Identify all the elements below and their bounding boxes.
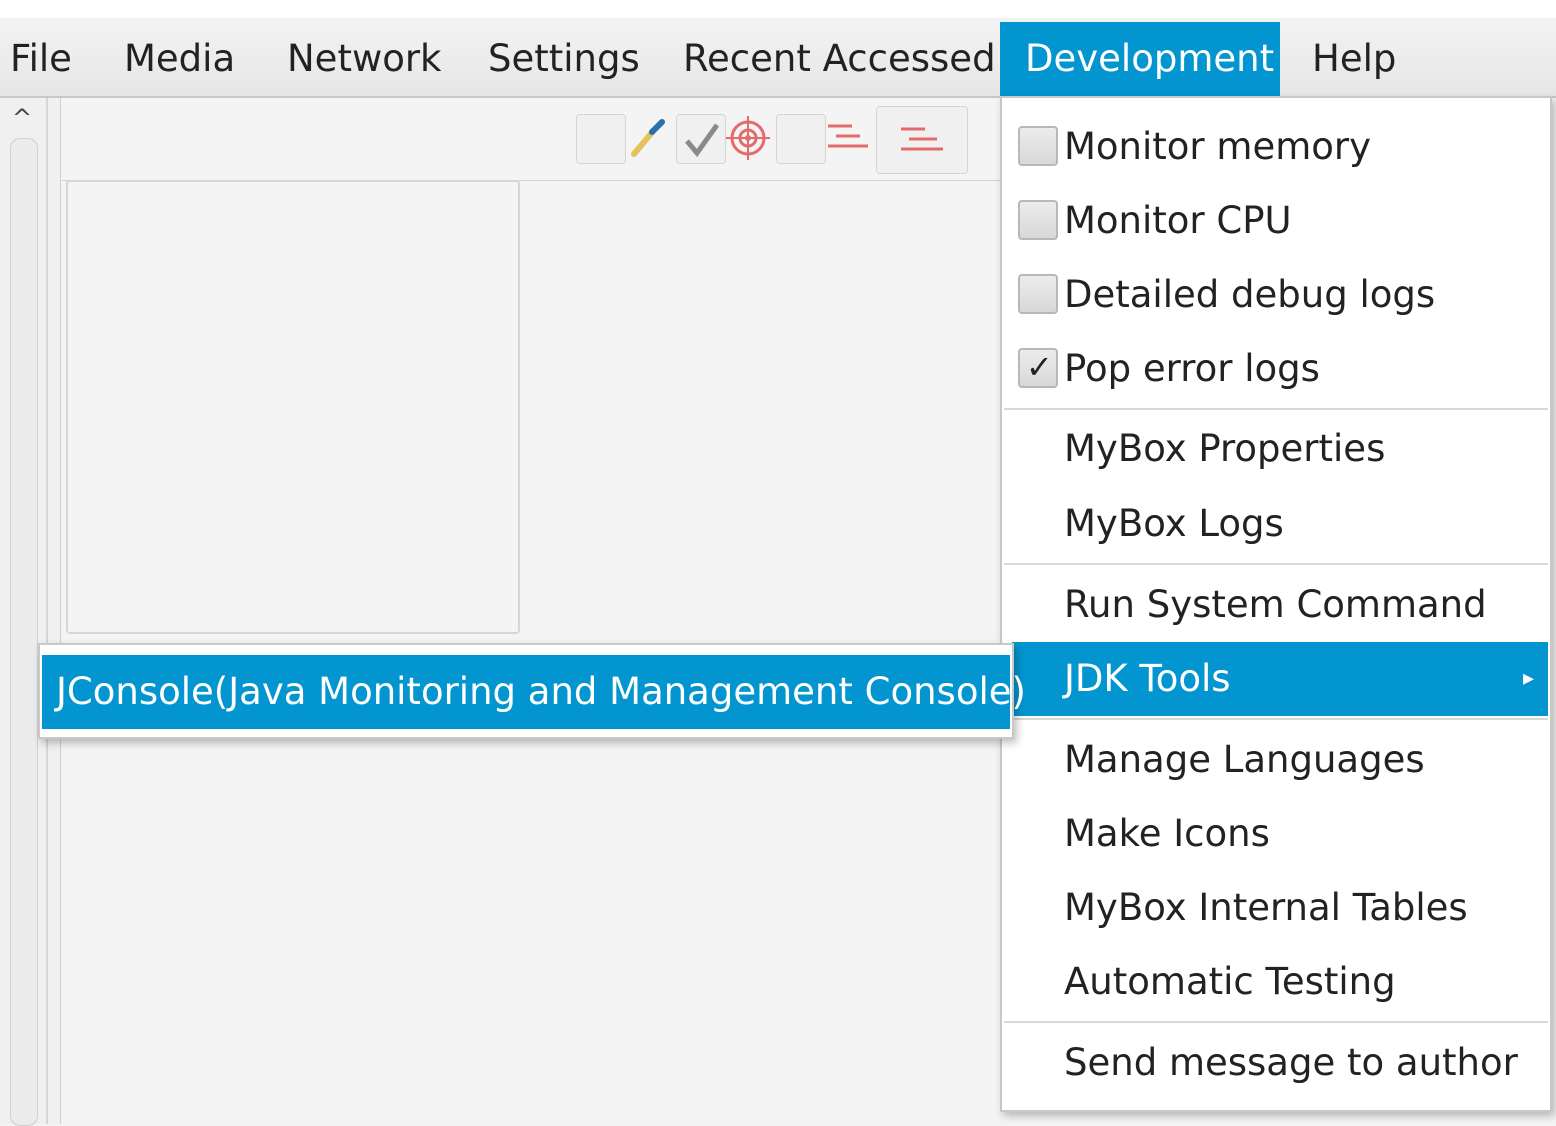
menu-item-run-system-command[interactable]: Run System Command bbox=[1002, 568, 1550, 642]
jdk-tools-submenu: JConsole(Java Monitoring and Management … bbox=[38, 643, 1026, 739]
menu-item-pop-error-logs[interactable]: ✓ Pop error logs bbox=[1002, 332, 1550, 406]
submenu-arrow-icon: ▸ bbox=[1522, 666, 1534, 691]
menu-item-label: JConsole(Java Monitoring and Management … bbox=[56, 670, 1026, 713]
menu-item-label: Monitor CPU bbox=[1064, 199, 1292, 242]
menu-item-mybox-logs[interactable]: MyBox Logs bbox=[1002, 487, 1550, 561]
menu-item-manage-languages[interactable]: Manage Languages bbox=[1002, 723, 1550, 797]
menu-network[interactable]: Network bbox=[287, 22, 442, 96]
menu-item-label: MyBox Internal Tables bbox=[1064, 886, 1468, 929]
menu-development[interactable]: Development bbox=[1000, 22, 1280, 96]
toolbar-blank-button[interactable] bbox=[576, 114, 626, 164]
lines-button[interactable] bbox=[876, 106, 968, 174]
target-icon[interactable] bbox=[724, 114, 772, 162]
menu-file[interactable]: File bbox=[10, 22, 72, 96]
content-panel bbox=[66, 180, 520, 634]
menu-help[interactable]: Help bbox=[1312, 22, 1396, 96]
menu-item-label: Detailed debug logs bbox=[1064, 273, 1436, 316]
menu-separator bbox=[1004, 1021, 1548, 1023]
development-dropdown: Monitor memory Monitor CPU Detailed debu… bbox=[1000, 96, 1552, 1112]
menu-item-label: Manage Languages bbox=[1064, 738, 1425, 781]
check-icon: ✓ bbox=[1026, 348, 1053, 386]
menu-item-automatic-testing[interactable]: Automatic Testing bbox=[1002, 945, 1550, 1019]
menu-item-send-message-to-author[interactable]: Send message to author bbox=[1002, 1026, 1550, 1100]
menu-settings[interactable]: Settings bbox=[488, 22, 640, 96]
menu-item-mybox-properties[interactable]: MyBox Properties bbox=[1002, 412, 1550, 486]
menu-media[interactable]: Media bbox=[124, 22, 235, 96]
toolbar-blank-button-2[interactable] bbox=[776, 114, 826, 164]
menu-item-jdk-tools[interactable]: JDK Tools ▸ bbox=[1012, 642, 1548, 716]
menu-item-monitor-memory[interactable]: Monitor memory bbox=[1002, 110, 1550, 184]
menu-separator bbox=[1004, 718, 1548, 720]
menu-separator bbox=[1004, 408, 1548, 410]
checkbox[interactable] bbox=[1018, 200, 1058, 240]
menu-item-detailed-debug-logs[interactable]: Detailed debug logs bbox=[1002, 258, 1550, 332]
menu-item-label: Make Icons bbox=[1064, 812, 1270, 855]
menu-item-monitor-cpu[interactable]: Monitor CPU bbox=[1002, 184, 1550, 258]
split-divider[interactable] bbox=[46, 98, 48, 1124]
checkmark-icon[interactable] bbox=[676, 114, 726, 164]
lines-icon-2 bbox=[901, 127, 943, 151]
menu-item-jconsole[interactable]: JConsole(Java Monitoring and Management … bbox=[42, 655, 1026, 729]
menu-item-label: Send message to author bbox=[1064, 1041, 1518, 1084]
menu-item-label: Monitor memory bbox=[1064, 125, 1372, 168]
menu-item-make-icons[interactable]: Make Icons bbox=[1002, 797, 1550, 871]
menu-item-mybox-internal-tables[interactable]: MyBox Internal Tables bbox=[1002, 871, 1550, 945]
menu-item-label: Pop error logs bbox=[1064, 347, 1320, 390]
menu-item-label: Run System Command bbox=[1064, 583, 1487, 626]
checkbox[interactable] bbox=[1018, 126, 1058, 166]
menu-recent-accessed[interactable]: Recent Accessed bbox=[683, 22, 996, 96]
scrollbar-track[interactable] bbox=[10, 138, 38, 1126]
lines-icon[interactable] bbox=[824, 114, 872, 162]
window-top-strip bbox=[0, 0, 1556, 18]
menu-item-label: Automatic Testing bbox=[1064, 960, 1396, 1003]
checkbox-checked[interactable]: ✓ bbox=[1018, 348, 1058, 388]
menu-bar: File Media Network Settings Recent Acces… bbox=[0, 18, 1556, 98]
scroll-up-icon[interactable]: ^ bbox=[8, 104, 36, 132]
menu-item-label: MyBox Properties bbox=[1064, 427, 1386, 470]
checkbox[interactable] bbox=[1018, 274, 1058, 314]
menu-item-label: JDK Tools bbox=[1064, 657, 1231, 700]
eyedropper-icon[interactable] bbox=[624, 114, 672, 162]
menu-item-label: MyBox Logs bbox=[1064, 502, 1284, 545]
menu-separator bbox=[1004, 563, 1548, 565]
